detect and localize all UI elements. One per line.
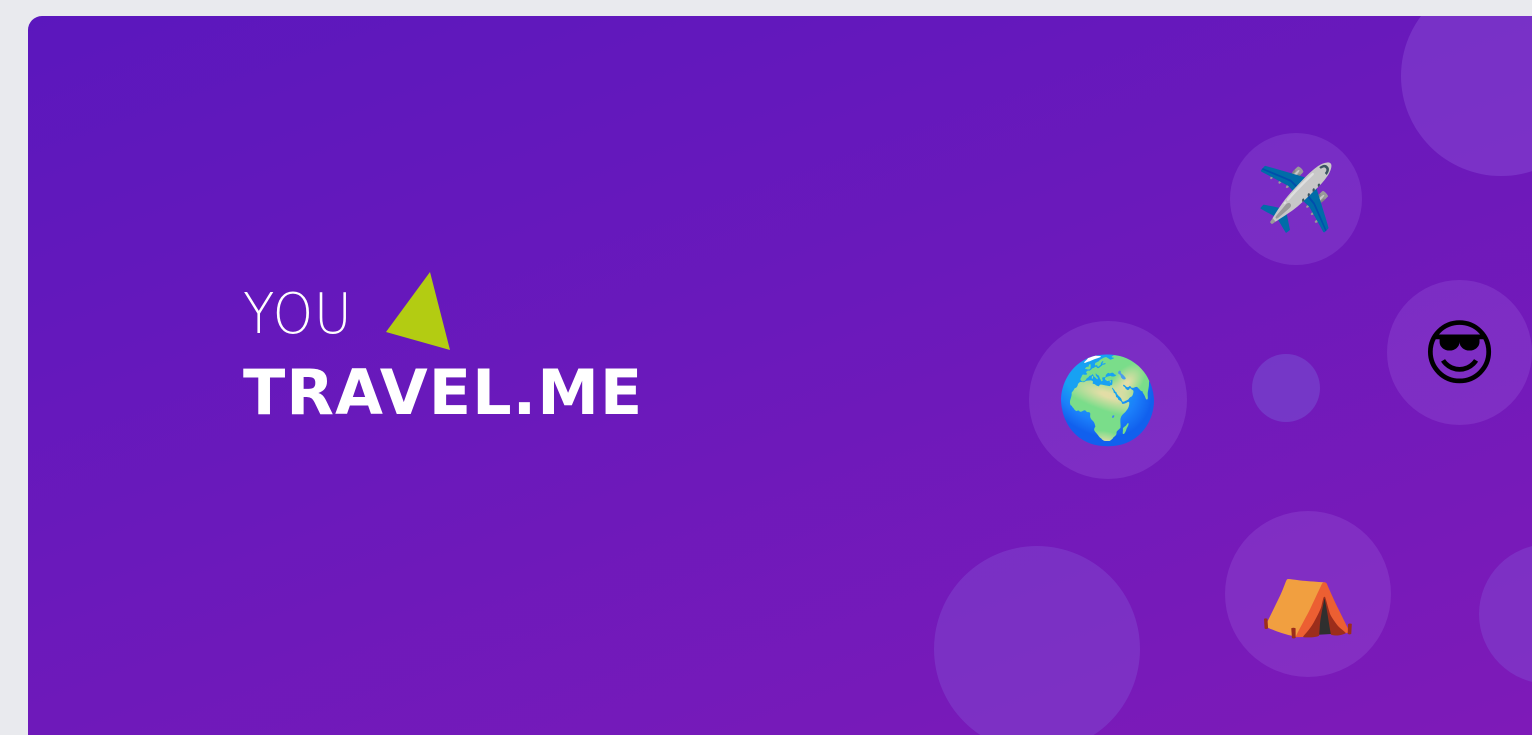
decorative-circle — [1401, 16, 1532, 176]
camping-tent-icon: ⛺ — [1258, 547, 1358, 640]
decorative-circle — [1252, 354, 1320, 422]
travel-banner: YOU TRAVEL.ME ✈️ 🌍 😎 ⛺ — [28, 16, 1532, 735]
smiling-sunglasses-icon: 😎 — [1421, 310, 1498, 395]
logo: YOU TRAVEL.ME — [243, 272, 644, 429]
sunglasses-bubble: 😎 — [1387, 280, 1532, 425]
logo-text-you: YOU — [243, 281, 353, 347]
airplane-bubble: ✈️ — [1230, 133, 1362, 265]
arrow-icon — [386, 272, 451, 350]
globe-bubble: 🌍 — [1029, 321, 1187, 479]
decorative-circle — [1479, 544, 1532, 684]
logo-text-travel-me: TRAVEL.ME — [243, 356, 644, 429]
airplane-icon: ✈️ — [1256, 162, 1336, 236]
decorative-circle — [934, 546, 1140, 735]
globe-icon: 🌍 — [1055, 351, 1161, 449]
tent-bubble: ⛺ — [1225, 511, 1391, 677]
